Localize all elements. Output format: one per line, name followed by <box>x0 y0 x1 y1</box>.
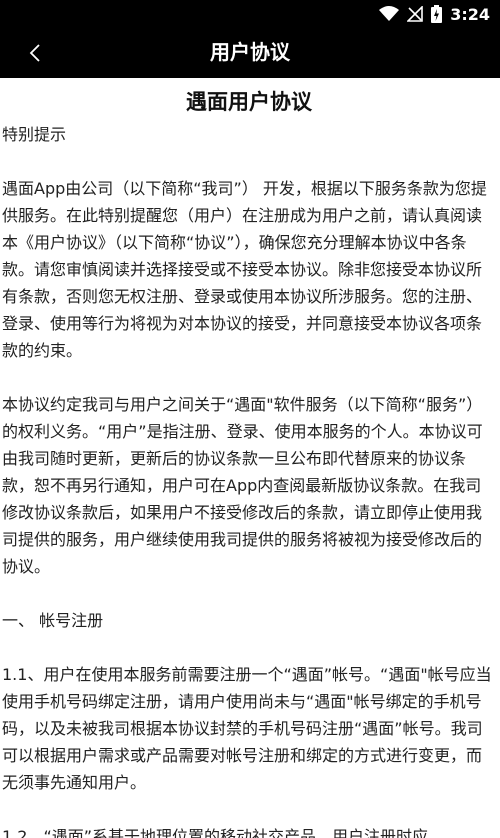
status-bar: 3:24 <box>0 0 500 28</box>
battery-icon <box>431 5 443 23</box>
notice-heading: 特别提示 <box>2 125 67 144</box>
no-signal-icon <box>407 6 424 22</box>
section-heading-account: 一、 帐号注册 <box>2 611 104 630</box>
paragraph-intro: 遇面App由公司（以下简称“我司”） 开发，根据以下服务条款为您提供服务。在此特… <box>2 179 487 360</box>
document-title: 遇面用户协议 <box>186 90 312 114</box>
chevron-left-icon <box>29 43 41 63</box>
document-body: 特别提示 遇面App由公司（以下简称“我司”） 开发，根据以下服务条款为您提供服… <box>2 121 496 838</box>
clause-1-2: 1.2、“遇面”系基于地理位置的移动社交产品，用户注册时应 <box>2 827 429 838</box>
app-bar-title: 用户协议 <box>210 40 290 64</box>
status-icons: 3:24 <box>379 4 490 24</box>
app-bar: 用户协议 <box>0 28 500 78</box>
back-button[interactable] <box>18 36 52 70</box>
agreement-content[interactable]: 遇面用户协议 特别提示 遇面App由公司（以下简称“我司”） 开发，根据以下服务… <box>0 78 500 838</box>
wifi-icon <box>379 6 400 22</box>
clause-1-1: 1.1、用户在使用本服务前需要注册一个“遇面”帐号。“遇面"帐号应当使用手机号码… <box>2 665 492 792</box>
paragraph-rights: 本协议约定我司与用户之间关于“遇面"软件服务（以下简称“服务”）的权利义务。“用… <box>2 395 483 576</box>
status-time: 3:24 <box>450 4 490 24</box>
